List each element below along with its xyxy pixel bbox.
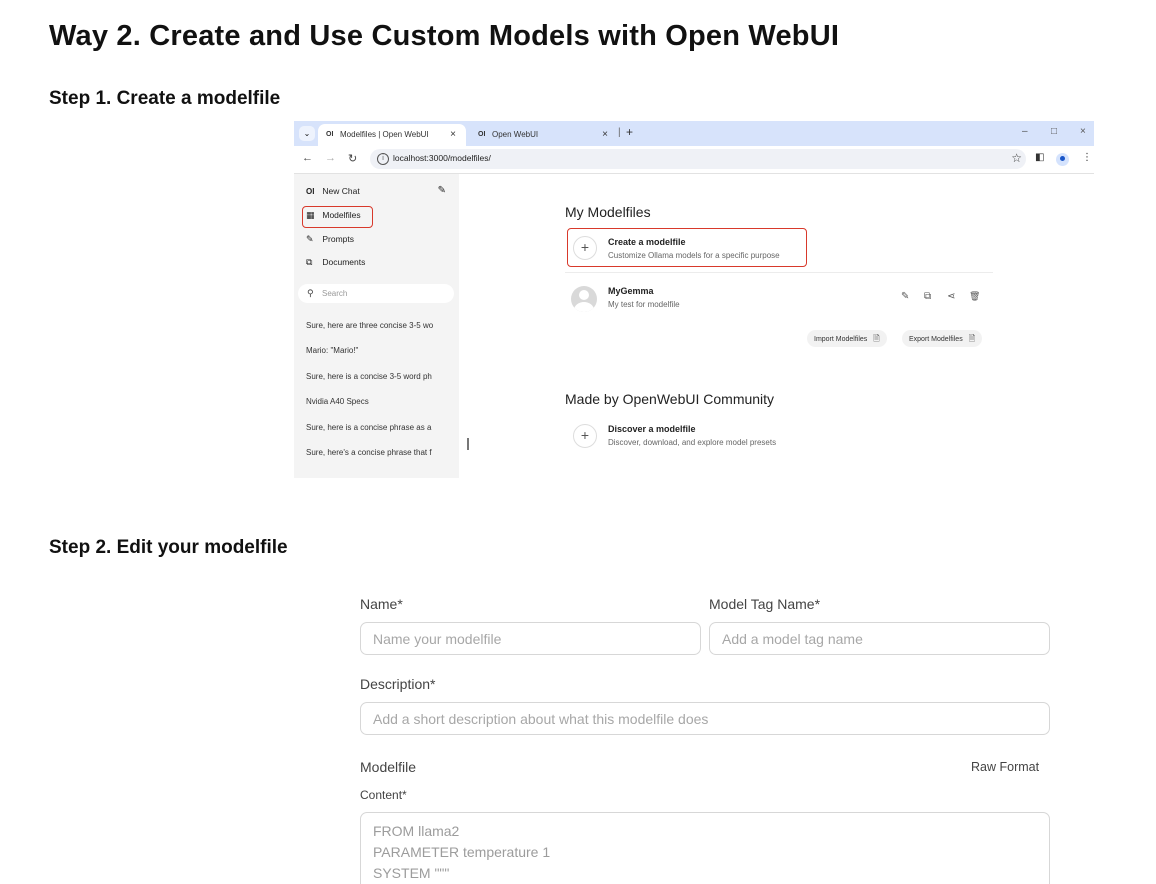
share-icon[interactable]: ⋖ [947,291,955,302]
content-label: Content* [360,788,407,802]
divider [565,272,993,273]
browser-menu-icon[interactable]: ⋮ [1082,152,1092,163]
new-tab-icon[interactable]: + [626,125,633,139]
tab-separator: | [618,127,621,138]
content-line: SYSTEM """ [373,865,450,881]
tab-open-webui[interactable]: OI Open WebUI × [470,124,618,146]
reload-icon[interactable]: ↻ [348,152,357,165]
edit-icon[interactable]: ✎ [438,183,446,199]
modelfiles-main: My Modelfiles + Create a modelfile Custo… [459,174,1094,478]
history-item[interactable]: Sure, here is a concise 3-5 word ph [306,372,448,381]
import-modelfiles-button[interactable]: Import Modelfiles 🗎 [807,330,887,347]
description-label: Description* [360,676,436,692]
forward-icon[interactable]: → [325,152,336,164]
documents-icon: ⧉ [306,257,313,267]
back-icon[interactable]: ← [302,152,313,164]
history-item[interactable]: Mario: "Mario!" [306,346,448,355]
tab-close-icon[interactable]: × [450,124,456,146]
history-item[interactable]: Sure, here is a concise phrase as a [306,423,448,432]
edit-modelfile-form: Name* Model Tag Name* Name your modelfil… [350,590,1056,884]
my-modelfiles-title: My Modelfiles [565,204,651,220]
new-chat-label: New Chat [322,186,360,196]
discover-modelfile-subtitle: Discover, download, and explore model pr… [608,438,777,447]
content-textarea[interactable]: FROM llama2 PARAMETER temperature 1 SYST… [360,812,1050,884]
openwebui-logo-icon: OI [306,187,315,196]
modelfile-label: Modelfile [360,759,417,775]
create-modelfile-highlight[interactable] [567,228,807,267]
model-tag-input[interactable]: Add a model tag name [709,622,1050,655]
maximize-icon[interactable]: □ [1051,126,1057,137]
search-placeholder: Search [322,289,348,298]
side-panel-icon[interactable]: ◧ [1035,152,1044,163]
content-line: PARAMETER temperature 1 [373,844,551,860]
create-modelfile-subtitle: Customize Ollama models for a specific p… [608,251,780,260]
file-icon: 🗎 [968,334,976,343]
model-name[interactable]: MyGemma [608,286,654,296]
tab-close-icon[interactable]: × [602,124,608,146]
import-label: Import Modelfiles [814,336,868,343]
browser-screenshot: ⌄ OI Modelfiles | Open WebUI × OI Open W… [294,121,1094,478]
bookmark-star-icon[interactable]: ☆ [1011,151,1022,165]
step1-heading: Step 1. Create a modelfile [49,88,281,109]
file-icon: 🗎 [873,334,880,343]
tab-modelfiles[interactable]: OI Modelfiles | Open WebUI × [318,124,466,146]
site-info-icon[interactable]: i [377,153,389,165]
address-toolbar: ← → ↻ i localhost:3000/modelfiles/ ☆ ◧ ⋮ [294,146,1094,174]
url-text: localhost:3000/modelfiles/ [393,153,491,163]
export-modelfiles-button[interactable]: Export Modelfiles 🗎 [902,330,983,347]
history-item[interactable]: Nvidia A40 Specs [306,397,448,406]
minimize-icon[interactable]: – [1022,126,1028,137]
sidebar-item-prompts[interactable]: ✎ Prompts [306,231,354,247]
trash-icon[interactable]: 🗑 [969,291,980,302]
content-line: FROM llama2 [373,823,460,839]
model-tag-label: Model Tag Name* [709,596,821,612]
text-cursor [467,438,469,450]
sidebar-item-label: Documents [322,257,366,267]
raw-format-button[interactable]: Raw Format [971,760,1039,774]
modelfiles-highlight [302,206,373,228]
tab-label: Open WebUI [492,130,539,139]
pencil-icon: ✎ [306,234,314,244]
plus-icon: + [573,424,597,448]
step2-heading: Step 2. Edit your modelfile [49,537,288,558]
discover-modelfile-title[interactable]: Discover a modelfile [608,424,696,434]
openwebui-logo-icon: OI [478,131,486,138]
profile-avatar-icon[interactable] [1056,153,1069,166]
plus-icon: + [573,236,597,260]
copy-icon[interactable]: ⧉ [924,291,931,302]
search-icon: ⚲ [307,288,314,298]
description-input[interactable]: Add a short description about what this … [360,702,1050,735]
sidebar-item-label: Prompts [322,234,355,244]
page-title: Way 2. Create and Use Custom Models with… [49,20,840,52]
tab-label: Modelfiles | Open WebUI [340,130,429,139]
tab-bar: ⌄ OI Modelfiles | Open WebUI × OI Open W… [294,121,1094,146]
model-avatar [571,286,597,312]
model-description: My test for modelfile [608,300,680,309]
create-modelfile-title[interactable]: Create a modelfile [608,237,686,247]
address-bar[interactable]: i localhost:3000/modelfiles/ ☆ [370,149,1026,169]
export-label: Export Modelfiles [909,336,963,343]
sidebar-item-documents[interactable]: ⧉ Documents [306,254,365,270]
history-item[interactable]: Sure, here are three concise 3-5 wo [306,321,448,330]
history-item[interactable]: Sure, here's a concise phrase that f [306,448,448,457]
openwebui-logo-icon: OI [326,131,334,138]
name-input[interactable]: Name your modelfile [360,622,701,655]
name-label: Name* [360,596,403,612]
new-chat-button[interactable]: OI New Chat ✎ [306,183,446,199]
tab-search-icon[interactable]: ⌄ [299,126,315,141]
sidebar: OI New Chat ✎ ▦ Modelfiles ✎ Prompts ⧉ D… [294,174,459,478]
community-title: Made by OpenWebUI Community [565,391,775,407]
search-input[interactable]: ⚲ Search [298,284,454,303]
edit-icon[interactable]: ✎ [901,291,909,302]
window-close-icon[interactable]: × [1080,126,1086,137]
